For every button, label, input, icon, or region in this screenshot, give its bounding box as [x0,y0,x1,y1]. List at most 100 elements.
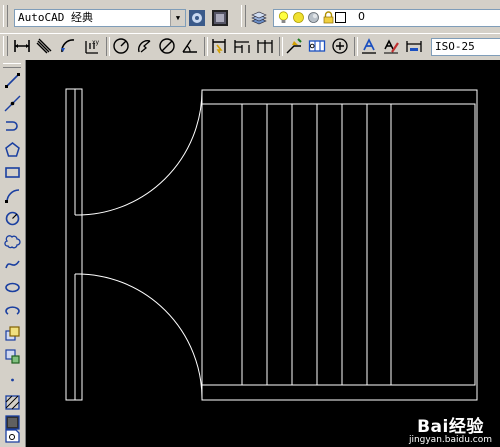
watermark-url: jingyan.baidu.com [408,435,492,445]
point-icon [10,378,14,381]
toolbar-grip[interactable] [3,5,8,27]
make-block-button[interactable] [2,346,22,366]
dimension-edit-button[interactable] [359,36,379,56]
ordinate-dimension-icon: xy [85,39,100,54]
layer-dropdown[interactable] [273,9,500,27]
layer-manager-icon [251,11,267,25]
layer-name: 0 [358,10,365,23]
workspace-toolbar-icon [212,10,228,26]
rectangle-icon [4,166,20,178]
lightbulb-on-icon[interactable] [277,11,290,24]
continue-dimension-icon [257,40,273,53]
make-block-icon [4,348,20,364]
linear-dimension-button[interactable] [12,36,32,56]
insert-block-icon [4,325,20,341]
workspace-toolbar-button[interactable] [210,8,230,28]
arc-button[interactable] [2,185,22,205]
spline-button[interactable] [2,254,22,274]
workspace-settings-button[interactable] [187,8,207,28]
room-inner[interactable] [202,103,476,386]
angular-dimension-button[interactable] [180,36,200,56]
rectangle-button[interactable] [2,162,22,182]
workspace-dropdown-value: AutoCAD 经典 [18,11,93,24]
insert-block-button[interactable] [2,323,22,343]
line-button[interactable] [2,70,22,90]
quick-dimension-button[interactable] [209,36,229,56]
layer-manager-button[interactable] [249,8,269,28]
quick-dimension-icon [212,39,226,54]
sun-freeze-icon[interactable] [292,11,305,24]
baseline-dimension-button[interactable] [232,36,252,56]
toolbar-separator [279,37,283,56]
baseline-dimension-icon [234,40,250,53]
arc-length-icon [61,39,75,53]
ellipse-button[interactable] [2,277,22,297]
dimension-style-value: ISO-25 [435,40,475,53]
jogged-dimension-icon [138,40,151,53]
room-outer[interactable] [201,89,478,401]
door-swing-arc-bottom[interactable] [74,273,203,401]
toolbar-separator [204,37,208,56]
continue-dimension-button[interactable] [255,36,275,56]
watermark: Bai经验 jingyan.baidu.com [409,412,492,445]
drawing [65,88,478,401]
dimension-update-button[interactable] [404,36,424,56]
hatch-icon [4,394,20,410]
door-frame-outer[interactable] [65,88,83,401]
polyline-icon [5,120,18,131]
center-mark-icon [332,38,348,54]
arc-length-button[interactable] [58,36,78,56]
quick-leader-button[interactable] [284,36,304,56]
tolerance-button[interactable] [307,36,327,56]
circle-icon [5,211,19,225]
linear-dimension-icon [14,40,30,52]
layer-color-icon [335,12,346,23]
point-button[interactable] [2,369,22,389]
radius-dimension-button[interactable] [111,36,131,56]
aligned-dimension-button[interactable] [34,36,54,56]
drawing-canvas[interactable]: Bai经验 jingyan.baidu.com [26,60,500,447]
ellipse-icon [4,282,20,292]
spline-icon [4,260,20,268]
hatch-button[interactable] [2,392,22,412]
angular-dimension-icon [182,39,197,53]
construction-line-button[interactable] [2,93,22,113]
toolbar-grip[interactable] [3,63,21,68]
toolbar-grip[interactable] [241,5,246,27]
revision-cloud-icon [3,234,21,248]
quick-leader-icon [286,38,302,54]
layer-lock-icon[interactable] [322,11,335,24]
dimension-toolbar: xy ISO-25 [0,33,500,61]
polygon-button[interactable] [2,139,22,159]
radius-dimension-icon [113,38,129,54]
dimension-text-edit-button[interactable] [381,36,401,56]
dimension-style-dropdown[interactable]: ISO-25 [431,38,500,56]
dimension-text-edit-icon [384,39,399,54]
workspace-settings-icon [189,10,205,26]
ellipse-arc-button[interactable] [2,300,22,320]
ellipse-arc-icon [4,305,20,315]
diameter-dimension-button[interactable] [157,36,177,56]
polygon-icon [4,141,20,157]
dimension-update-icon [406,41,422,52]
chevron-down-icon[interactable]: ▼ [170,10,185,26]
toolbar-grip[interactable] [3,36,8,56]
polyline-button[interactable] [2,116,22,136]
dimension-edit-icon [362,38,376,54]
workspace-dropdown[interactable]: AutoCAD 经典 ▼ [14,9,186,27]
region-icon [4,428,20,443]
circle-button[interactable] [2,208,22,228]
arc-icon [4,188,19,203]
center-mark-button[interactable] [330,36,350,56]
construction-line-icon [4,95,20,111]
region-button[interactable] [2,425,22,445]
line-icon [4,72,20,88]
diameter-dimension-icon [159,38,175,54]
door-swing-arc-top[interactable] [74,89,203,216]
svg-text:xy: xy [92,39,100,46]
jogged-dimension-button[interactable] [134,36,154,56]
workspace-toolbar: AutoCAD 经典 ▼ 0 [0,0,500,34]
revision-cloud-button[interactable] [2,231,22,251]
viewport-freeze-icon[interactable] [307,11,320,24]
ordinate-dimension-button[interactable]: xy [82,36,102,56]
